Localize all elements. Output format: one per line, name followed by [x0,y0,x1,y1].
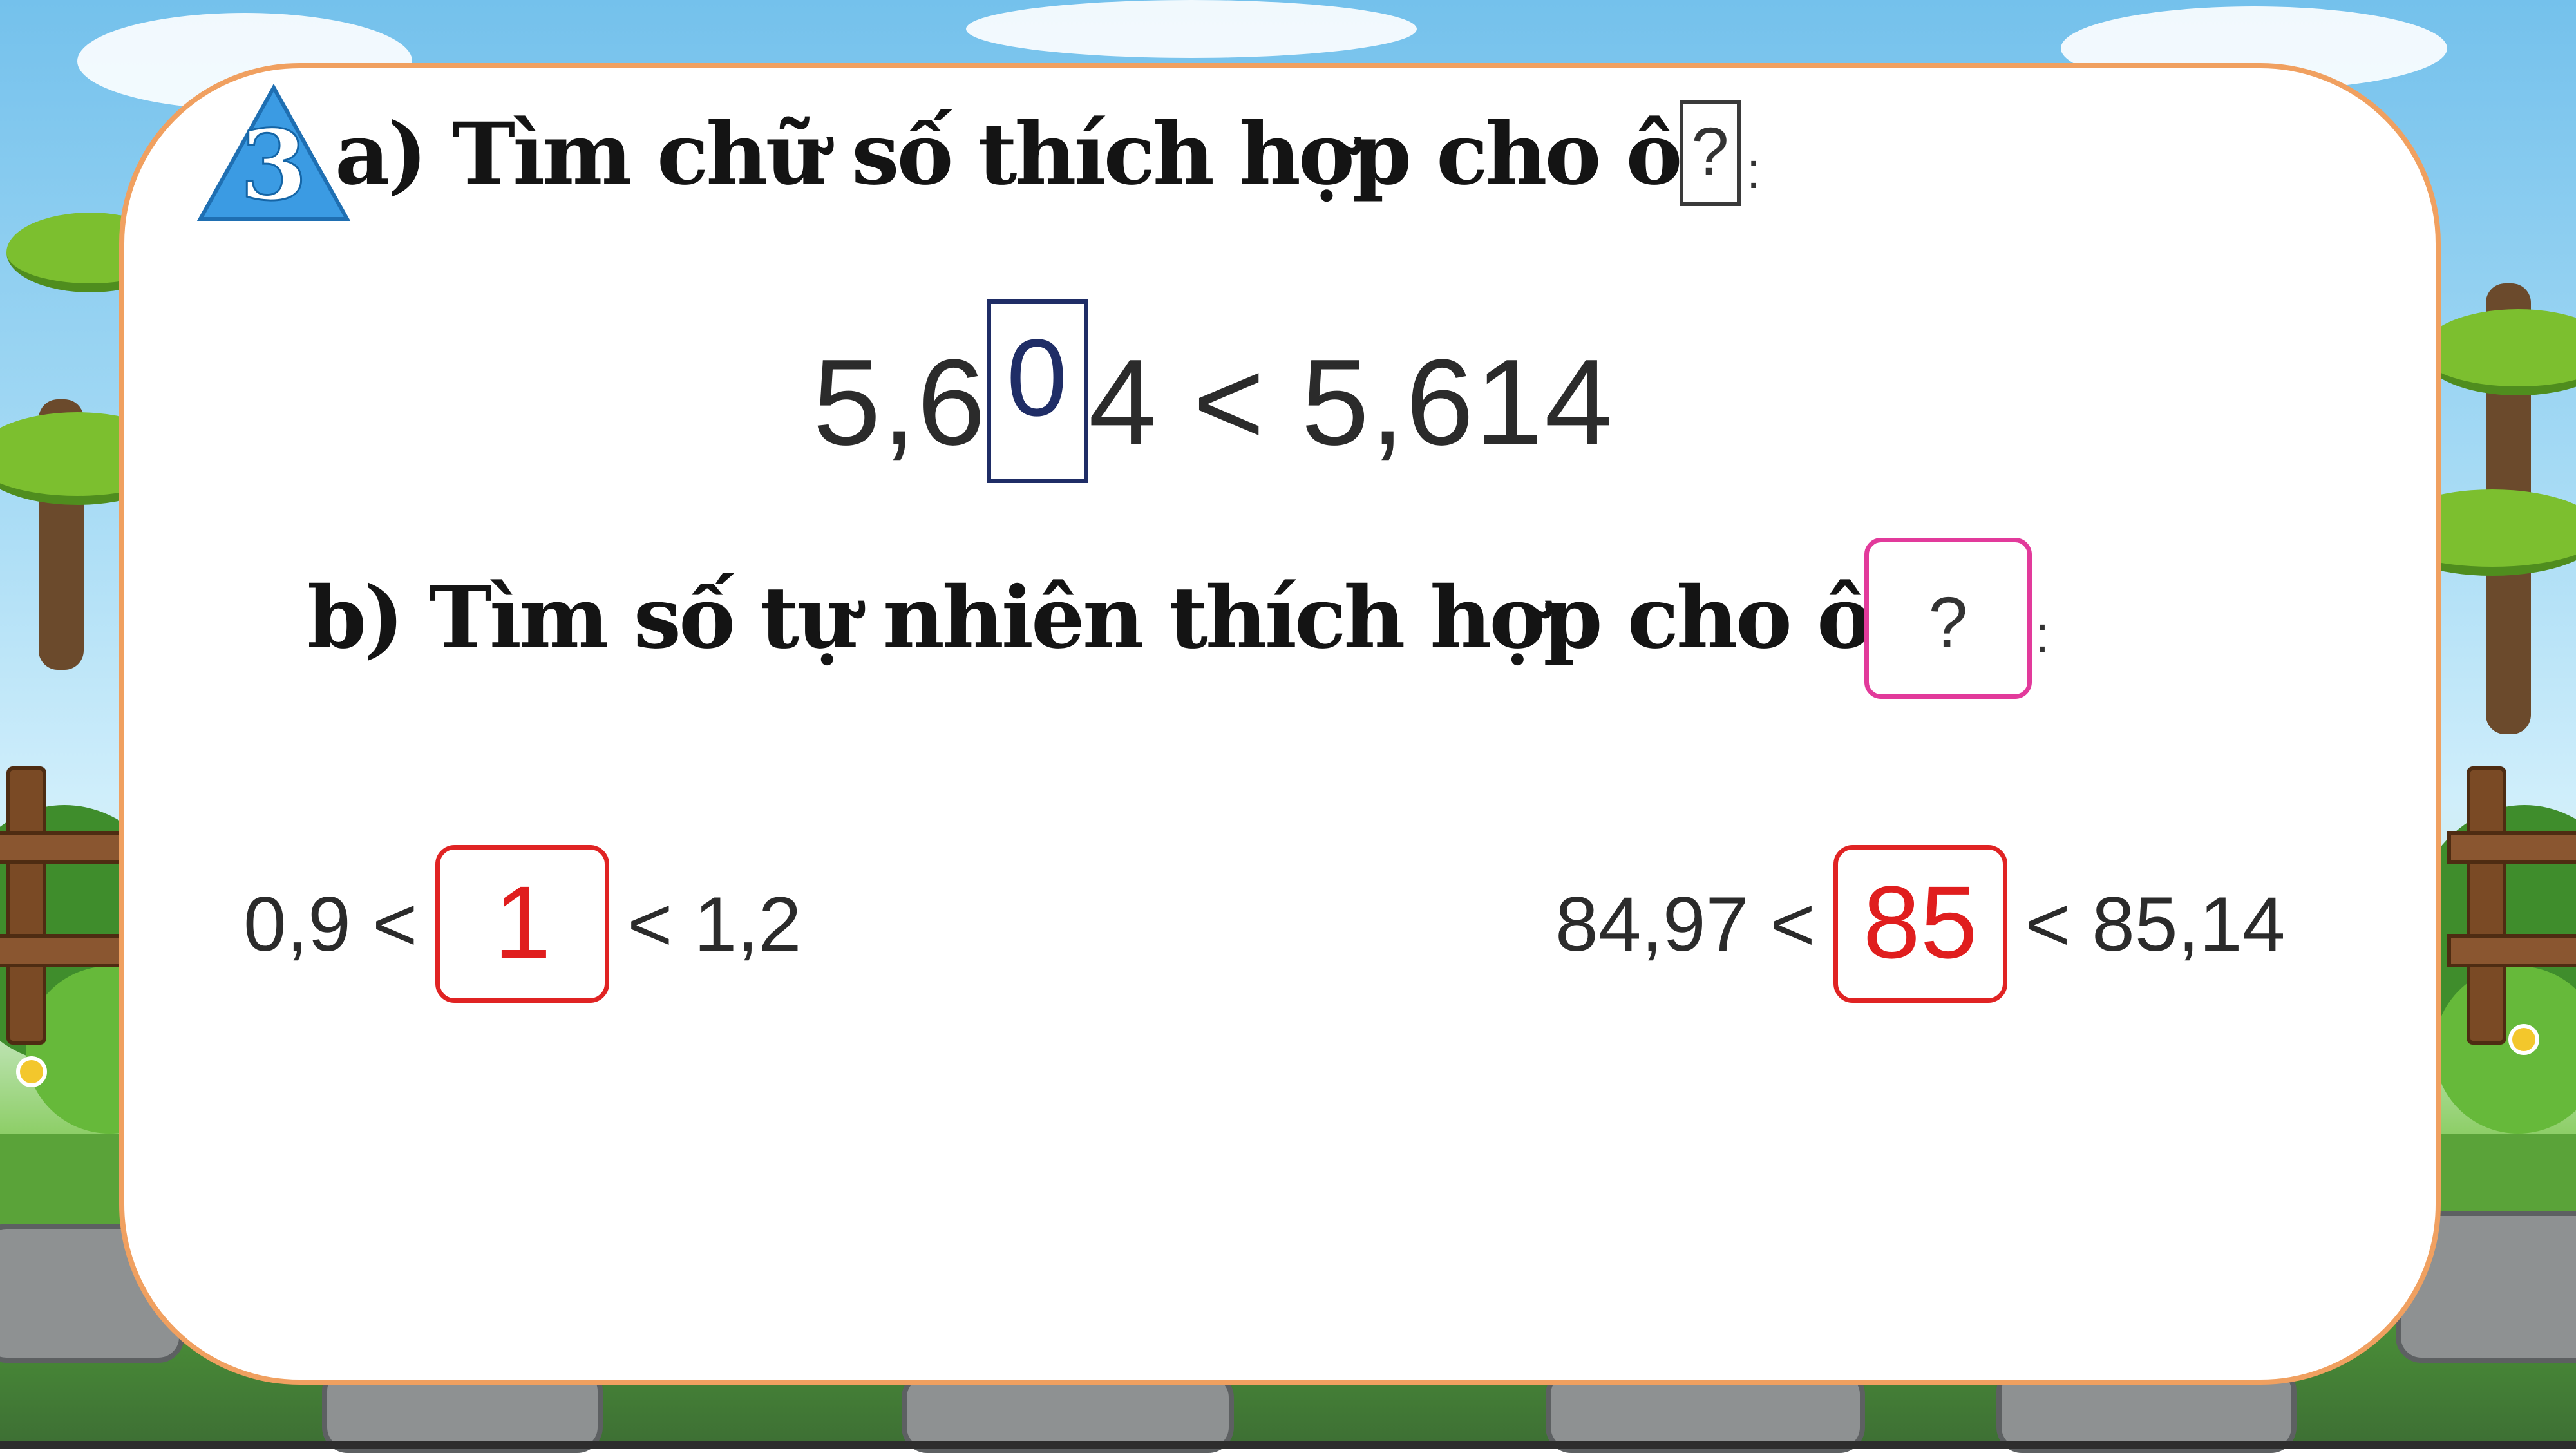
part-b-placeholder-box: ? [1864,538,2032,699]
exercise-card [119,63,2441,1385]
fence-post [2467,766,2506,1045]
part-a-colon: : [1747,142,1761,199]
part-b-heading: b) Tìm số tự nhiên thích hợp cho ô [307,568,1873,668]
part-a-right-value: 5,614 [1301,334,1614,471]
part-a-operator: < [1193,334,1266,471]
ground-strip [0,1441,2576,1449]
part-a-left-end: 4 [1088,334,1158,471]
flower [2508,1024,2539,1055]
flower [16,1056,47,1087]
part-a-heading: a) Tìm chữ số thích hợp cho ô [335,104,1683,204]
part-b-2-right: < 85,14 [2025,880,2286,967]
part-b-1-answer-box[interactable]: 1 [435,845,610,1003]
fence-post [6,766,46,1045]
fence-rail [0,831,124,864]
part-b-2-left: 84,97 < [1555,880,1815,967]
part-b-inequality-1: 0,9 <1 < 1,2 [243,845,801,1003]
exercise-number: 3 [239,109,308,222]
cloud [966,0,1417,58]
part-b-1-right: < 1,2 [627,880,802,967]
part-a-left-start: 5,6 [813,334,987,471]
exercise-number-badge: 3 [196,84,351,222]
part-b-1-left: 0,9 < [243,880,418,967]
part-b-inequality-2: 84,97 <85 < 85,14 [1555,845,2285,1003]
part-b-2-answer-box[interactable]: 85 [1833,845,2007,1003]
part-a-inequality: 5,6 0 4 < 5,614 [813,299,1614,483]
fence-rail [2447,831,2576,864]
fence-rail [0,934,124,967]
part-b-colon: : [2035,605,2050,663]
fence-rail [2447,934,2576,967]
part-a-placeholder-box: ? [1680,100,1741,206]
tree-foliage [2421,309,2576,395]
part-a-digit-answer-box[interactable]: 0 [987,299,1089,483]
